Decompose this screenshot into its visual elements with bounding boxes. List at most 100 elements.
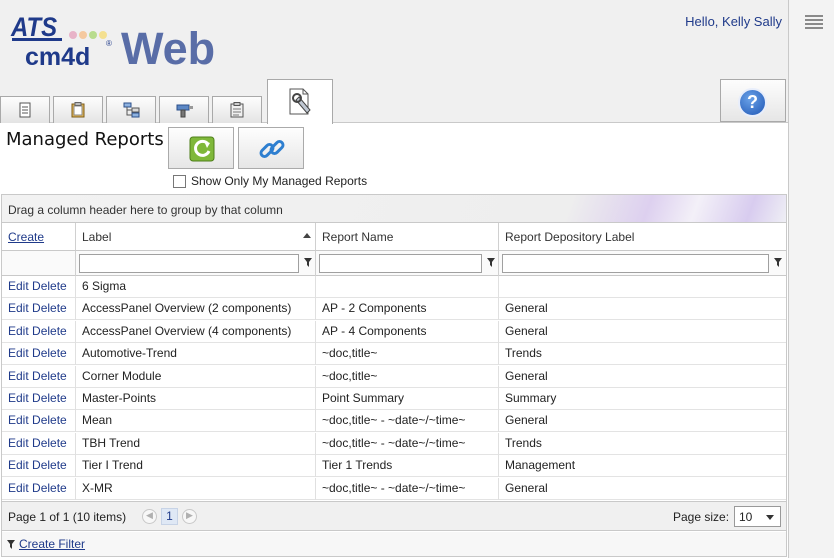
label-filter-input[interactable]: [79, 254, 299, 273]
show-only-mine-checkbox[interactable]: [173, 174, 186, 188]
delete-link[interactable]: Delete: [32, 346, 67, 360]
help-button[interactable]: ?: [720, 79, 786, 122]
row-actions: Edit Delete: [2, 477, 76, 500]
group-by-panel[interactable]: Drag a column header here to group by th…: [2, 195, 786, 223]
tab-documents[interactable]: [0, 96, 50, 123]
cell-report-name: Tier 1 Trends: [316, 455, 499, 478]
document-wrench-icon: [289, 88, 311, 115]
page-size-value: 10: [739, 510, 753, 524]
refresh-button[interactable]: [168, 127, 234, 169]
cell-report-name: ~doc,title~: [316, 343, 499, 366]
edit-link[interactable]: Edit: [8, 346, 29, 360]
cell-report-name: ~doc,title~: [316, 365, 499, 388]
edit-link[interactable]: Edit: [8, 458, 29, 472]
logo-web: Web: [121, 23, 215, 72]
filter-icon[interactable]: [304, 258, 312, 267]
edit-link[interactable]: Edit: [8, 481, 29, 495]
filter-cell-create: [2, 251, 76, 276]
delete-link[interactable]: Delete: [32, 324, 67, 338]
cell-report-name: Point Summary: [316, 388, 499, 410]
cell-depository: General: [505, 323, 548, 338]
page-size-select[interactable]: 10: [734, 506, 781, 527]
filter-icon[interactable]: [487, 258, 495, 267]
delete-link[interactable]: Delete: [32, 458, 67, 472]
row-actions: Edit Delete: [2, 388, 76, 410]
column-header-depository[interactable]: Report Depository Label: [499, 223, 786, 251]
clipboard-list-icon: [230, 102, 244, 118]
prev-page-button[interactable]: ◀: [142, 509, 157, 524]
cell-report-name: AP - 2 Components: [316, 298, 499, 321]
edit-link[interactable]: Edit: [8, 391, 29, 405]
tab-tools[interactable]: [159, 96, 209, 123]
page-number-1[interactable]: 1: [161, 508, 178, 525]
filter-footer: Create Filter: [2, 532, 786, 556]
cell-depository: General: [505, 301, 548, 316]
filter-cell-depository: [499, 251, 786, 276]
tab-hierarchy[interactable]: [106, 96, 156, 123]
create-link[interactable]: Create: [8, 230, 44, 244]
delete-link[interactable]: Delete: [32, 481, 67, 495]
filter-cell-report-name: [316, 251, 499, 276]
side-panel: [788, 0, 834, 558]
delete-link[interactable]: Delete: [32, 369, 67, 383]
header: ATS cm4d ® Web Hello, Kelly Sally ?: [0, 0, 788, 124]
tab-reports[interactable]: [212, 96, 262, 123]
delete-link[interactable]: Delete: [32, 436, 67, 450]
row-actions: Edit Delete: [2, 455, 76, 478]
page-size-label: Page size:: [673, 510, 730, 524]
row-actions: Edit Delete: [2, 432, 76, 455]
tab-clipboard[interactable]: [53, 96, 103, 123]
column-header-label-text: Label: [82, 230, 112, 244]
report-name-filter-input[interactable]: [319, 254, 482, 273]
cell-label: TBH Trend: [76, 432, 316, 455]
edit-link[interactable]: Edit: [8, 436, 29, 450]
chevron-right-icon: ▶: [186, 511, 193, 521]
table-row: Edit Delete Tier I Trend Tier 1 Trends Mana…: [2, 455, 786, 478]
document-icon: [19, 102, 31, 118]
clipboard-icon: [71, 102, 85, 118]
sort-ascending-icon: [303, 233, 311, 238]
edit-link[interactable]: Edit: [8, 301, 29, 315]
edit-link[interactable]: Edit: [8, 279, 29, 293]
cell-label: Master-Points: [76, 388, 316, 410]
column-header-create: Create: [2, 223, 76, 251]
app-window: ATS cm4d ® Web Hello, Kelly Sally ? Mana…: [0, 0, 788, 558]
chevron-down-icon: [766, 515, 774, 520]
link-icon: [259, 140, 285, 158]
cell-label: 6 Sigma: [76, 276, 316, 298]
link-button[interactable]: [238, 127, 304, 169]
delete-link[interactable]: Delete: [32, 413, 67, 427]
delete-link[interactable]: Delete: [32, 279, 67, 293]
table-row: Edit Delete Master-Points Point Summary Sum…: [2, 388, 786, 410]
table-row: Edit Delete AccessPanel Overview (2 compo…: [2, 298, 786, 321]
table-row: Edit Delete Automotive-Trend ~doc,title~ Tr…: [2, 343, 786, 366]
column-header-label[interactable]: Label: [76, 223, 316, 251]
cell-report-name: [316, 276, 499, 298]
next-page-button[interactable]: ▶: [182, 509, 197, 524]
filter-icon[interactable]: [774, 258, 782, 267]
cell-depository: General: [505, 480, 548, 495]
page-title: Managed Reports: [6, 129, 164, 150]
hierarchy-icon: [123, 102, 140, 118]
cell-report-name: AP - 4 Components: [316, 320, 499, 343]
chevron-left-icon: ◀: [146, 511, 153, 521]
edit-link[interactable]: Edit: [8, 369, 29, 383]
table-row: Edit Delete Corner Module ~doc,title~ Gener…: [2, 365, 786, 388]
depository-filter-input[interactable]: [502, 254, 769, 273]
filter-icon: [7, 540, 15, 549]
tab-managed-reports[interactable]: [267, 79, 333, 124]
edit-link[interactable]: Edit: [8, 324, 29, 338]
ats-cm4d-web-logo: ATS cm4d ® Web: [10, 12, 215, 72]
delete-link[interactable]: Delete: [32, 391, 67, 405]
row-actions: Edit Delete: [2, 343, 76, 366]
delete-link[interactable]: Delete: [32, 301, 67, 315]
edit-link[interactable]: Edit: [8, 413, 29, 427]
column-header-report-name[interactable]: Report Name: [316, 223, 499, 251]
help-icon: ?: [738, 88, 767, 117]
cell-depository: [499, 276, 786, 298]
cell-depository: Trends: [505, 435, 542, 450]
show-only-mine-toggle[interactable]: Show Only My Managed Reports: [173, 173, 367, 189]
menu-icon[interactable]: [805, 15, 823, 31]
create-filter-link[interactable]: Create Filter: [19, 537, 85, 551]
cell-report-name: ~doc,title~ - ~date~/~time~: [316, 432, 499, 455]
